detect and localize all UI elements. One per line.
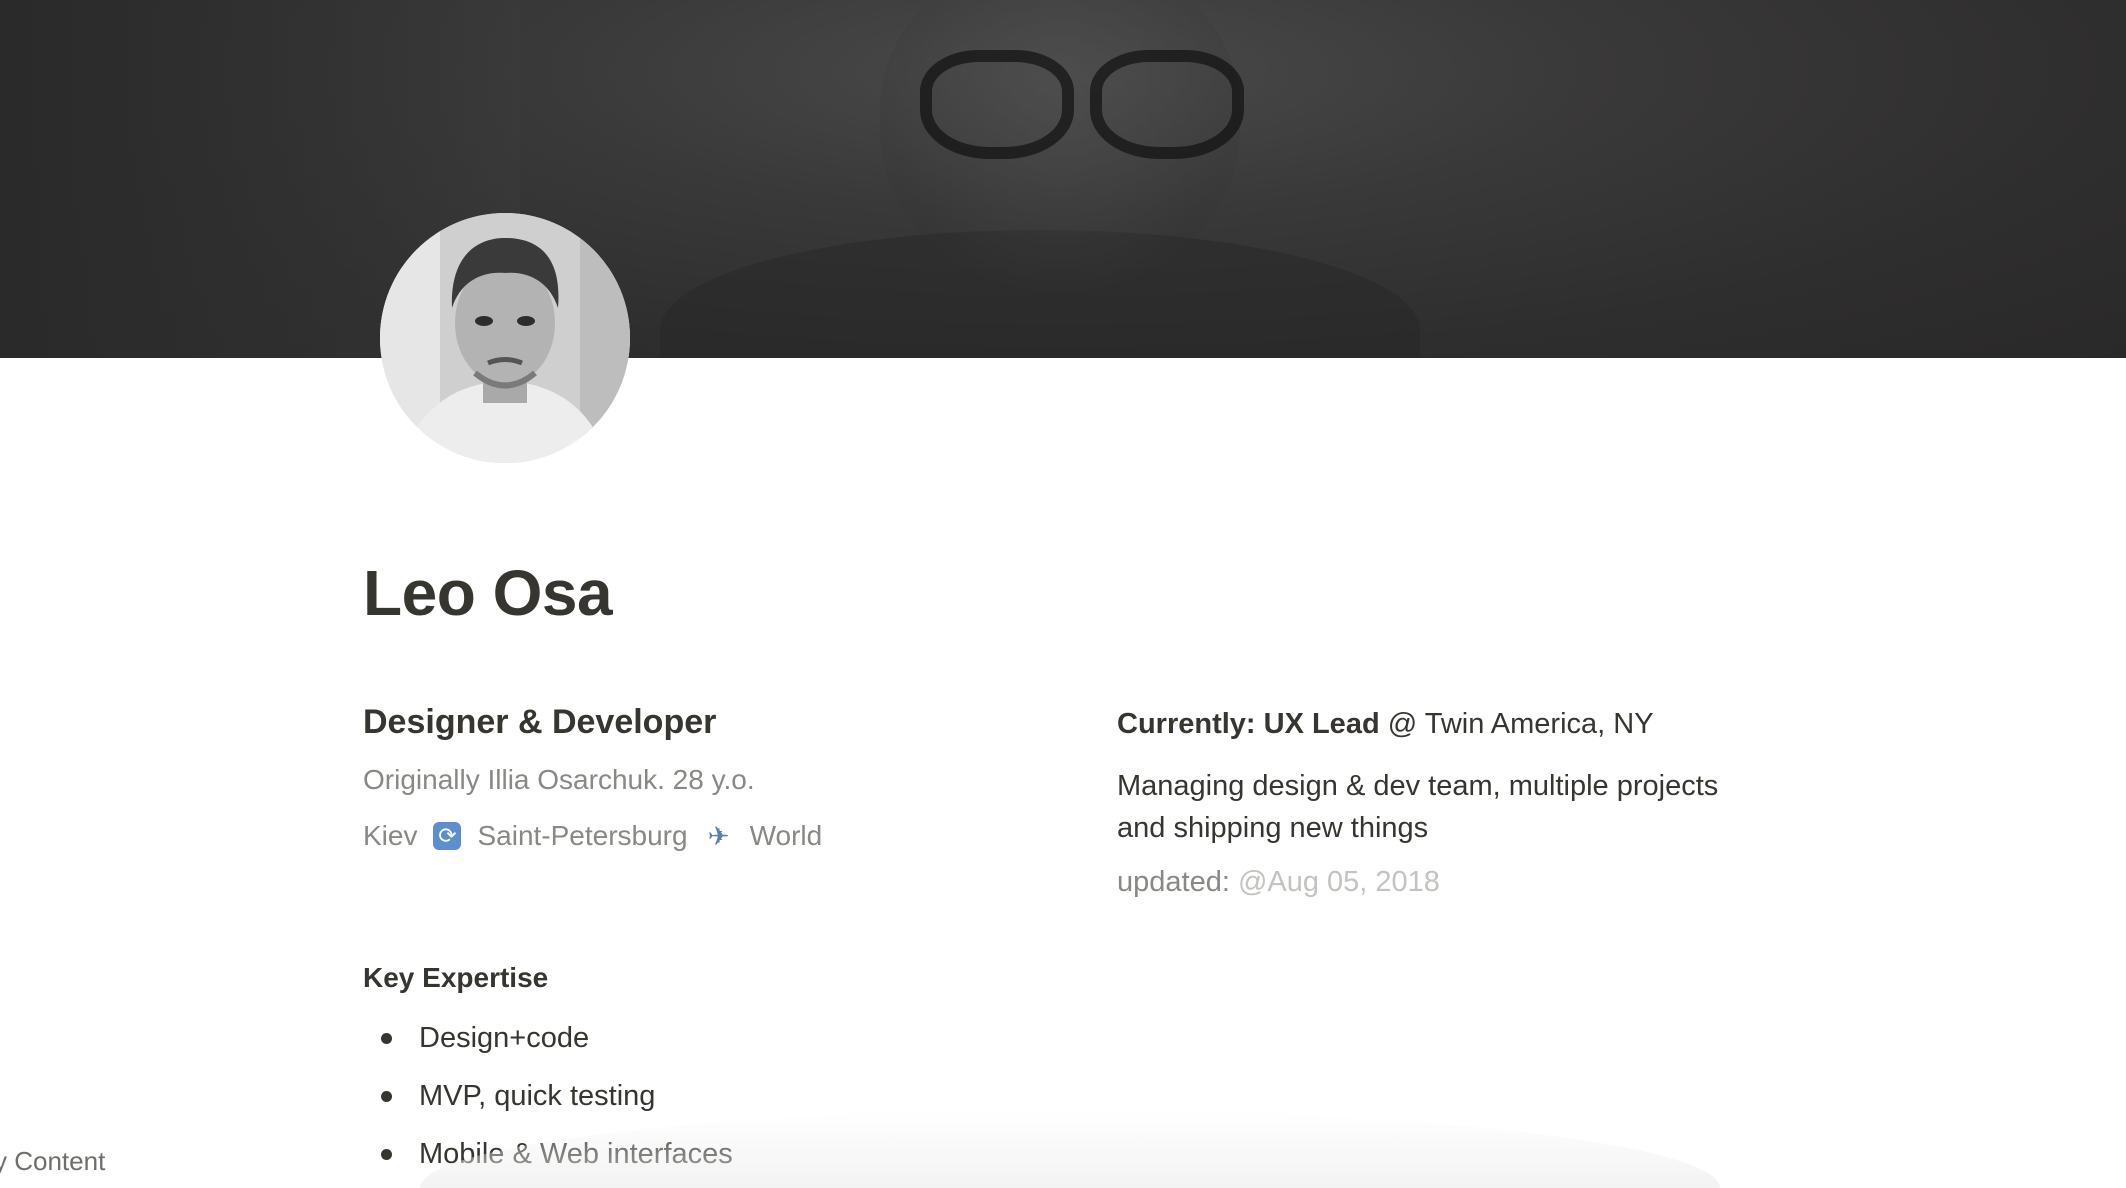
avatar[interactable] (380, 213, 630, 463)
key-expertise-heading: Key Expertise (363, 962, 549, 993)
role-heading: Designer & Developer (363, 703, 717, 741)
route-to: World (749, 820, 823, 851)
updated-line: updated: @Aug 05, 2018 (1117, 866, 1440, 899)
list-item[interactable]: MVP, quick testing (363, 1075, 733, 1133)
updated-label: updated: (1117, 866, 1230, 898)
profile-page: Leo Osa Designer & Developer Originally … (0, 0, 2126, 1188)
page-title[interactable]: Leo Osa (363, 556, 613, 630)
current-role-label: Currently: UX Lead (1117, 708, 1380, 740)
current-description: Managing design & dev team, multiple pro… (1117, 770, 1719, 844)
list-item[interactable]: Design+code (363, 1017, 733, 1075)
cycle-arrows-icon: ⟳ (433, 822, 462, 850)
expertise-list: Design+code MVP, quick testing Mobile & … (363, 1017, 733, 1188)
airplane-icon: ✈ (707, 820, 730, 851)
current-company: @ Twin America, NY (1387, 708, 1654, 740)
current-position: Currently: UX Lead @ Twin America, NY (1117, 708, 1654, 741)
sidebar-toc-link[interactable]: y Content (0, 1146, 105, 1177)
route-from: Kiev (363, 820, 418, 851)
list-item[interactable]: Mobile & Web interfaces (363, 1133, 733, 1188)
origin-text: Originally Illia Osarchuk. 28 y.o. (363, 764, 755, 795)
location-route: Kiev ⟳ Saint-Petersburg ✈ World (363, 820, 822, 852)
updated-date-mention[interactable]: @Aug 05, 2018 (1238, 866, 1440, 898)
route-via: Saint-Petersburg (477, 820, 688, 851)
cover-image[interactable] (0, 0, 2126, 358)
